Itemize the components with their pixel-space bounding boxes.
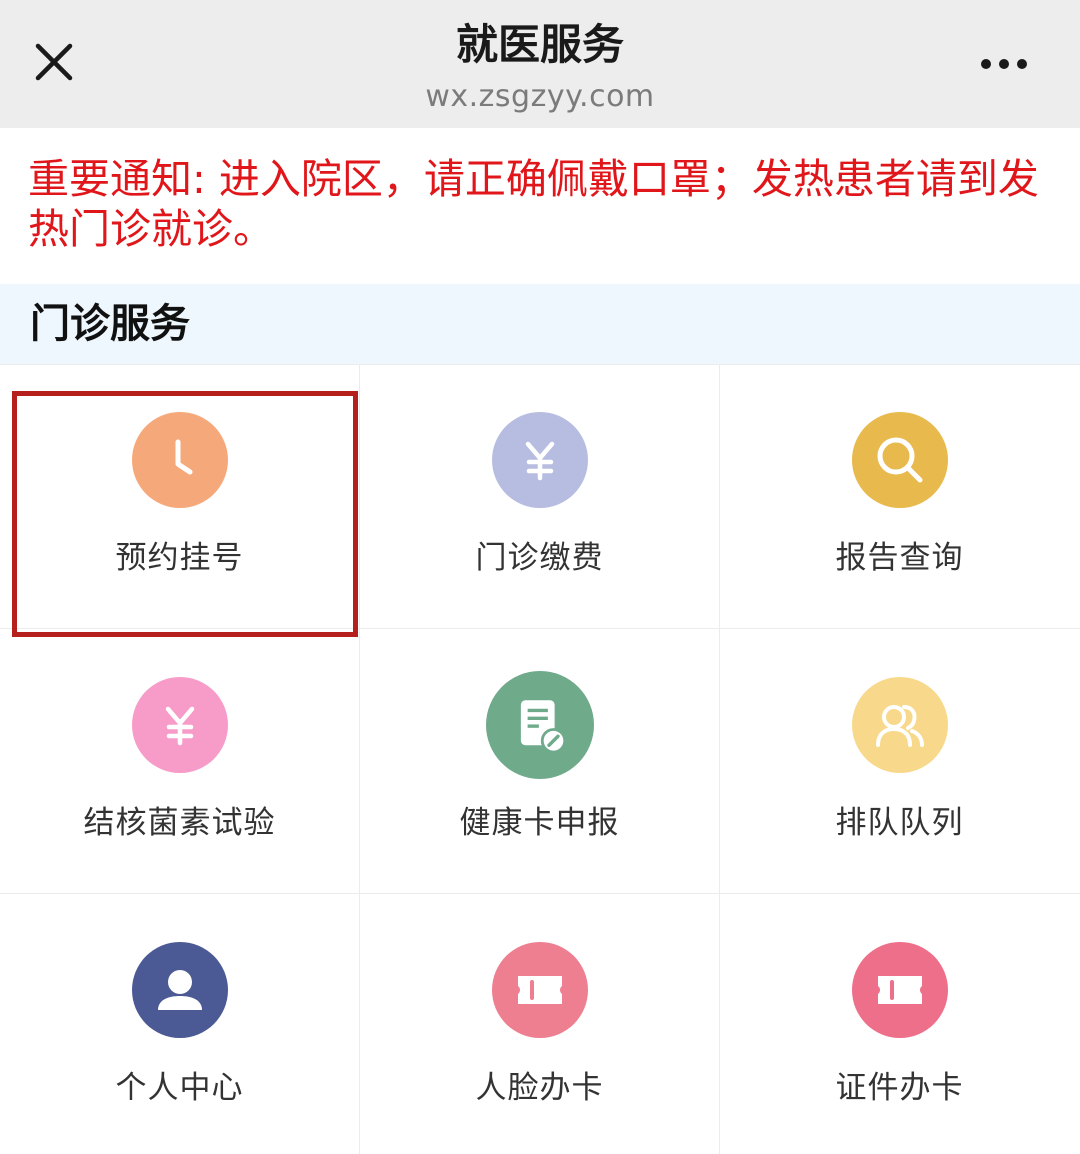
page: 就医服务 wx.zsgzyy.com 重要通知: 进入院区，请正确佩戴口罩；发热… (0, 0, 1080, 1154)
service-appointment-registration[interactable]: 预约挂号 (0, 364, 359, 629)
clock-icon (132, 412, 228, 508)
service-personal-center[interactable]: 个人中心 (0, 894, 359, 1154)
important-notice: 重要通知: 进入院区，请正确佩戴口罩；发热患者请到发热门诊就诊。 (28, 155, 1039, 253)
service-label: 证件办卡 (835, 1070, 964, 1106)
more-icon (981, 59, 1027, 69)
user-icon (132, 942, 228, 1038)
service-label: 人脸办卡 (475, 1070, 604, 1106)
service-label: 排队队列 (835, 805, 964, 841)
service-outpatient-payment[interactable]: 门诊缴费 (360, 364, 719, 629)
service-label: 报告查询 (835, 540, 964, 576)
ticket-icon (852, 942, 948, 1038)
service-id-card[interactable]: 证件办卡 (720, 894, 1079, 1154)
section-header: 门诊服务 (0, 284, 1080, 364)
yen-icon (492, 412, 588, 508)
service-health-card-application[interactable]: 健康卡申报 (360, 629, 719, 894)
page-url: wx.zsgzyy.com (425, 79, 655, 114)
search-icon (852, 412, 948, 508)
users-icon (852, 677, 948, 773)
more-button[interactable] (968, 40, 1040, 88)
service-label: 预约挂号 (115, 540, 244, 576)
service-report-query[interactable]: 报告查询 (720, 364, 1079, 629)
service-queue[interactable]: 排队队列 (720, 629, 1079, 894)
service-face-card[interactable]: 人脸办卡 (360, 894, 719, 1154)
document-edit-icon (486, 671, 594, 779)
service-label: 个人中心 (115, 1070, 244, 1106)
service-label: 健康卡申报 (459, 805, 620, 841)
page-title: 就医服务 (455, 20, 624, 69)
service-label: 结核菌素试验 (83, 805, 276, 841)
top-bar: 就医服务 wx.zsgzyy.com (0, 0, 1080, 128)
yen-icon (132, 677, 228, 773)
section-title: 门诊服务 (30, 301, 190, 347)
ticket-icon (492, 942, 588, 1038)
service-tuberculin-test[interactable]: 结核菌素试验 (0, 629, 359, 894)
service-label: 门诊缴费 (475, 540, 604, 576)
